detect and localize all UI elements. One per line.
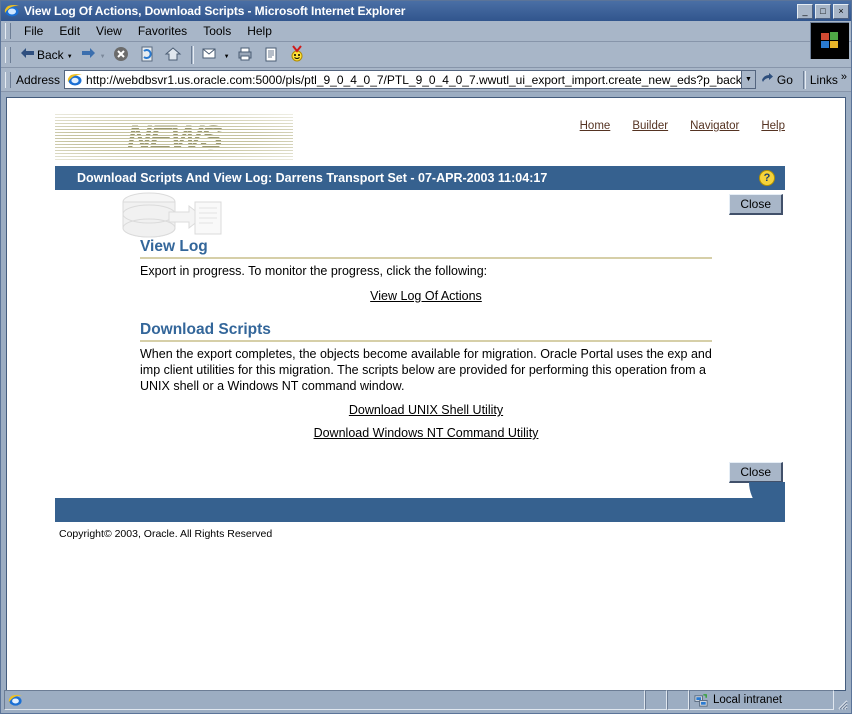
local-intranet-icon [694,693,709,708]
status-cell-progress [645,690,667,710]
back-button[interactable]: Back ▼ [16,44,76,66]
view-log-heading: View Log [140,238,712,259]
maximize-button[interactable]: □ [815,3,831,19]
menu-item-tools[interactable]: Tools [195,22,239,40]
address-url-text: http://webdbsvr1.us.oracle.com:5000/pls/… [86,72,741,87]
mail-dropdown-icon[interactable]: ▼ [224,54,230,60]
security-zone-label: Local intranet [713,694,783,706]
toolbar-separator [190,45,194,64]
mail-button[interactable]: ▼ [198,44,233,66]
status-zone-cell[interactable]: Local intranet [689,690,834,710]
messenger-icon [288,44,308,65]
address-dropdown-button[interactable]: ▼ [740,70,756,89]
links-chevron-icon[interactable]: » [841,71,847,83]
view-log-of-actions-link[interactable]: View Log Of Actions [370,289,482,303]
windows-flag-icon [820,31,840,49]
page-viewport: Home Builder Navigator Help NEWS Downloa… [6,97,846,691]
status-browser-icon [8,693,23,708]
oracle-portal-page: Home Builder Navigator Help NEWS Downloa… [7,98,845,690]
download-unix-shell-utility-link[interactable]: Download UNIX Shell Utility [349,403,503,417]
menu-item-view[interactable]: View [88,22,130,40]
address-separator [802,70,806,89]
minimize-button[interactable]: _ [797,3,813,19]
internet-explorer-icon [4,3,20,19]
go-button[interactable]: Go [756,71,799,88]
address-input[interactable]: http://webdbsvr1.us.oracle.com:5000/pls/… [64,70,741,89]
browser-activity-logo [810,22,849,59]
nav-link-builder[interactable]: Builder [632,120,668,132]
forward-dropdown-icon[interactable]: ▼ [100,54,106,60]
portal-top-navigation: Home Builder Navigator Help [580,120,785,132]
brand-logo-text: NEWS [127,119,223,157]
messenger-button[interactable] [285,44,311,66]
refresh-icon [138,45,158,65]
go-arrow-icon [760,71,774,88]
page-footer-bar [55,482,785,522]
windows-link-row: Download Windows NT Command Utility [140,426,712,440]
status-cell-extra [667,690,689,710]
menu-item-file[interactable]: File [16,22,51,40]
menubar-grip[interactable] [5,23,11,39]
home-icon [164,45,184,65]
resize-grip[interactable] [834,690,848,710]
edit-icon [262,45,282,65]
status-message-cell [4,690,645,710]
view-log-link-row: View Log Of Actions [140,289,712,303]
close-button-top[interactable]: Close [729,194,783,215]
stop-icon [112,45,132,65]
address-label: Address [16,72,61,87]
page-favicon [67,72,83,88]
footer-curve-decoration [749,482,785,498]
nav-link-help[interactable]: Help [761,120,785,132]
links-button-label: Links [809,72,838,87]
menu-item-favorites[interactable]: Favorites [130,22,195,40]
back-arrow-icon [19,45,37,65]
go-button-label: Go [776,72,793,87]
forward-button[interactable]: ▼ [76,44,109,66]
menu-item-help[interactable]: Help [239,22,280,40]
navigation-toolbar: Back ▼ ▼ ▼ [1,42,851,68]
view-log-paragraph: Export in progress. To monitor the progr… [140,264,488,278]
close-window-button[interactable]: × [833,3,849,19]
download-scripts-paragraph: When the export completes, the objects b… [140,347,712,393]
window-titlebar: View Log Of Actions, Download Scripts - … [1,1,851,21]
window-title: View Log Of Actions, Download Scripts - … [24,4,406,18]
copyright-text: Copyright© 2003, Oracle. All Rights Rese… [59,528,273,540]
close-button-bottom[interactable]: Close [729,462,783,483]
nav-link-navigator[interactable]: Navigator [690,120,739,132]
window-controls: _ □ × [797,3,849,19]
addressbar-grip[interactable] [5,71,11,88]
portal-brand-logo: NEWS [55,114,293,162]
back-dropdown-icon[interactable]: ▼ [67,54,73,60]
browser-window: View Log Of Actions, Download Scripts - … [0,0,852,714]
links-button[interactable]: Links » [809,71,851,87]
status-bar: Local intranet [4,690,848,710]
help-icon[interactable]: ? [759,170,775,186]
back-button-label: Back [37,47,64,62]
nav-link-home[interactable]: Home [580,120,611,132]
download-scripts-heading: Download Scripts [140,321,712,342]
address-bar: Address http://webdbsvr1.us.oracle.com:5… [1,68,851,92]
print-icon [236,45,256,65]
unix-link-row: Download UNIX Shell Utility [140,403,712,417]
page-title: Download Scripts And View Log: Darrens T… [77,171,548,185]
menu-item-edit[interactable]: Edit [51,22,88,40]
download-windows-nt-command-utility-link[interactable]: Download Windows NT Command Utility [314,426,539,440]
mail-icon [201,45,221,65]
forward-arrow-icon [79,45,97,65]
menu-bar: File Edit View Favorites Tools Help [1,21,851,59]
toolbar-grip[interactable] [5,46,11,63]
print-button[interactable] [233,44,259,66]
chevron-down-icon: ▼ [744,76,752,83]
edit-button[interactable] [259,44,285,66]
page-content: View Log Export in progress. To monitor … [140,238,712,440]
refresh-button[interactable] [135,44,161,66]
stop-button[interactable] [109,44,135,66]
home-button[interactable] [161,44,187,66]
